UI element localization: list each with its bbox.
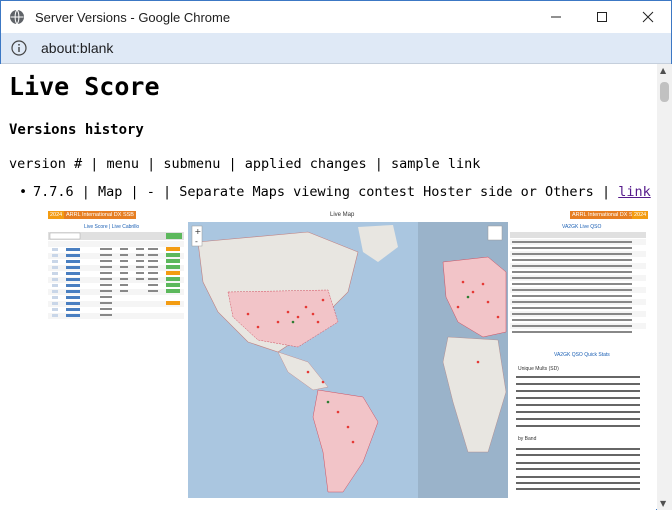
map-graphic: + - [188,222,508,498]
scroll-up-icon[interactable]: ▲ [660,66,666,75]
sample-screenshot: 2024 ARRL International DX SSB Live Scor… [48,210,649,498]
live-qso-title: VA2GK Live QSO [562,224,602,230]
right-year-badge: 2024 [632,211,649,219]
vertical-scrollbar[interactable]: ▲ ▼ [657,64,672,510]
version-entry: 7.7.6 | Map | - | Separate Maps viewing … [19,184,651,200]
scroll-down-icon[interactable]: ▼ [660,499,666,508]
info-icon[interactable] [11,40,27,56]
left-year-badge: 2024 [48,211,65,219]
band-list [516,448,640,490]
svg-text:-: - [195,237,198,246]
title-bar[interactable]: Server Versions - Google Chrome [1,1,671,33]
address-bar[interactable]: about:blank [1,33,671,64]
unique-mults-label: Unique Mults (SD) [518,366,559,372]
columns-header: version # | menu | submenu | applied cha… [9,156,481,172]
qso-table [510,232,646,333]
maximize-button[interactable] [579,1,625,33]
close-icon [642,11,654,23]
svg-text:+: + [195,227,202,236]
live-score-title: Live Score | Live Cabrillo [84,224,140,230]
version-entry-text: 7.7.6 | Map | - | Separate Maps viewing … [33,184,619,200]
sample-link[interactable]: link [618,184,651,200]
page-content: Live Score Versions history version # | … [0,64,656,510]
scroll-thumb[interactable] [660,82,669,102]
live-qso-panel: ARRL International DX SSB 2024 VA2GK Liv… [510,210,649,498]
minimize-icon [551,16,561,18]
map-title: Live Map [330,212,355,218]
world-map: + - [188,222,508,498]
page-title: Live Score [9,72,160,101]
maximize-icon [597,12,607,22]
score-table [48,232,184,319]
live-score-panel: 2024 ARRL International DX SSB Live Scor… [48,210,186,498]
globe-icon [10,9,24,25]
qso-stats-title: VA2GK QSO Quick Stats [554,352,610,358]
left-contest-badge: ARRL International DX SSB [64,211,136,219]
window-title: Server Versions - Google Chrome [35,9,231,25]
minimize-button[interactable] [533,1,579,33]
close-button[interactable] [625,1,671,33]
by-band-label: by Band [518,436,537,442]
page-subtitle: Versions history [9,122,144,138]
url-text[interactable]: about:blank [41,40,113,56]
mults-grid [516,376,640,427]
